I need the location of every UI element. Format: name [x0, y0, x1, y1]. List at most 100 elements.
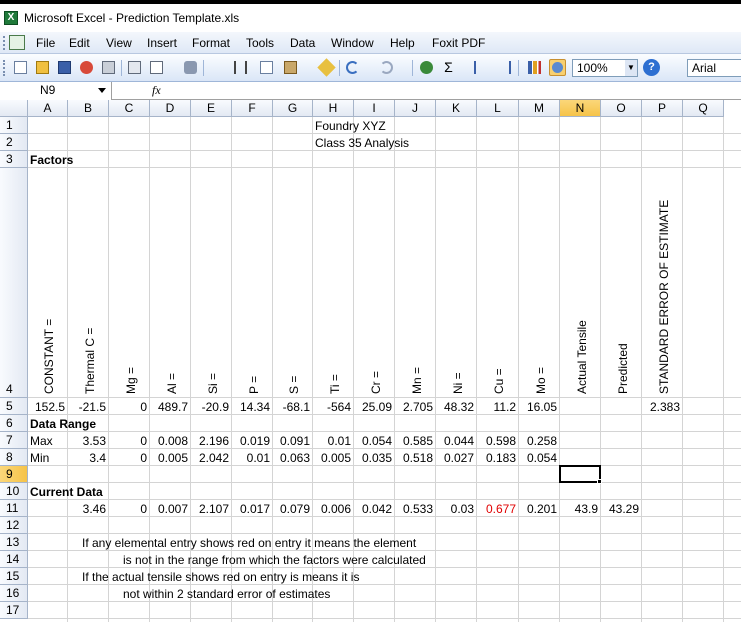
- row-header-12[interactable]: 12: [0, 517, 28, 534]
- cell-a7-max[interactable]: Max: [30, 433, 53, 449]
- cell-row7-max[interactable]: 0.598: [479, 433, 516, 449]
- column-label-cell[interactable]: Predicted: [616, 343, 630, 394]
- cell-row7-max[interactable]: 0.258: [521, 433, 557, 449]
- cell-row11-current[interactable]: 43.29: [603, 501, 639, 517]
- column-label-cell[interactable]: Actual Tensile: [575, 320, 589, 394]
- cell-row5-coefficient[interactable]: 16.05: [521, 399, 557, 415]
- column-header-c[interactable]: C: [109, 100, 150, 117]
- excel-icon[interactable]: X: [4, 11, 18, 25]
- new-icon[interactable]: [12, 59, 29, 76]
- row-header-6[interactable]: 6: [0, 415, 28, 432]
- column-header-e[interactable]: E: [191, 100, 232, 117]
- menu-help[interactable]: Help: [390, 36, 415, 50]
- permission-icon[interactable]: [78, 59, 95, 76]
- column-header-l[interactable]: L: [477, 100, 519, 117]
- cell-row11-current[interactable]: 3.46: [70, 501, 106, 517]
- chart-wizard-icon[interactable]: [526, 59, 543, 76]
- column-label-cell[interactable]: Cu =: [492, 368, 506, 394]
- column-header-i[interactable]: I: [354, 100, 395, 117]
- format-painter-icon[interactable]: [317, 58, 336, 77]
- menu-view[interactable]: View: [106, 36, 132, 50]
- cell-row11-current[interactable]: 43.9: [562, 501, 598, 517]
- cell-row7-max[interactable]: 0.01: [315, 433, 351, 449]
- toolbar-grip-icon[interactable]: [3, 60, 7, 76]
- column-header-k[interactable]: K: [436, 100, 477, 117]
- cell-row8-min[interactable]: 0: [111, 450, 147, 466]
- column-header-m[interactable]: M: [519, 100, 560, 117]
- font-dropdown[interactable]: Arial: [687, 59, 741, 77]
- cell-row11-current[interactable]: 0.017: [234, 501, 270, 517]
- menu-insert[interactable]: Insert: [147, 36, 177, 50]
- column-label-cell[interactable]: P =: [247, 376, 261, 394]
- cell-row8-min[interactable]: 0.054: [521, 450, 557, 466]
- cell-row7-max[interactable]: 0.044: [438, 433, 474, 449]
- menu-window[interactable]: Window: [331, 36, 374, 50]
- cell-h1-title[interactable]: Foundry XYZ: [315, 118, 386, 134]
- row-header-17[interactable]: 17: [0, 602, 28, 619]
- research-icon[interactable]: [182, 59, 199, 76]
- row-header-2[interactable]: 2: [0, 134, 28, 151]
- column-label-cell[interactable]: Mg =: [124, 367, 138, 394]
- cell-row8-min[interactable]: 0.005: [152, 450, 188, 466]
- cell-row8-min[interactable]: 0.01: [234, 450, 270, 466]
- row-header-10[interactable]: 10: [0, 483, 28, 500]
- row-header-1[interactable]: 1: [0, 117, 28, 134]
- column-header-d[interactable]: D: [150, 100, 191, 117]
- cell-row5-coefficient[interactable]: 25.09: [356, 399, 392, 415]
- column-header-a[interactable]: A: [28, 100, 68, 117]
- chevron-down-icon[interactable]: [98, 88, 106, 93]
- row-header-3[interactable]: 3: [0, 151, 28, 168]
- select-all-corner[interactable]: [0, 100, 28, 117]
- print-preview-icon[interactable]: [126, 59, 143, 76]
- column-label-cell[interactable]: Ti =: [328, 374, 342, 394]
- cell-row8-min[interactable]: 2.042: [193, 450, 229, 466]
- cell-row5-coefficient[interactable]: 2.383: [644, 399, 680, 415]
- spelling-icon[interactable]: [148, 59, 165, 76]
- menu-tools[interactable]: Tools: [246, 36, 274, 50]
- cell-row11-current[interactable]: 0.042: [356, 501, 392, 517]
- cell-a8-min[interactable]: Min: [30, 450, 49, 466]
- autosum-icon[interactable]: Σ: [440, 59, 457, 76]
- zoom-dropdown[interactable]: 100% ▼: [572, 59, 638, 77]
- cell-note-text[interactable]: not within 2 standard error of estimates: [123, 586, 330, 602]
- cell-note-text[interactable]: is not in the range from which the facto…: [123, 552, 426, 568]
- column-header-p[interactable]: P: [642, 100, 683, 117]
- menu-foxit-pdf[interactable]: Foxit PDF: [432, 36, 485, 50]
- row-header-13[interactable]: 13: [0, 534, 28, 551]
- cell-row7-max[interactable]: 0.008: [152, 433, 188, 449]
- column-label-cell[interactable]: STANDARD ERROR OF ESTIMATE: [657, 200, 671, 394]
- name-box[interactable]: N9: [0, 82, 112, 100]
- cell-row8-min[interactable]: 0.183: [479, 450, 516, 466]
- column-header-n[interactable]: N: [560, 100, 601, 117]
- row-header-14[interactable]: 14: [0, 551, 28, 568]
- cell-row11-current[interactable]: 0.533: [397, 501, 433, 517]
- column-header-b[interactable]: B: [68, 100, 109, 117]
- cell-row11-current[interactable]: 0.007: [152, 501, 188, 517]
- column-label-cell[interactable]: S =: [287, 376, 301, 394]
- cell-row8-min[interactable]: 0.063: [275, 450, 310, 466]
- column-label-cell[interactable]: Mo =: [534, 367, 548, 394]
- cell-row5-coefficient[interactable]: 0: [111, 399, 147, 415]
- cell-row5-coefficient[interactable]: -21.5: [70, 399, 106, 415]
- column-label-cell[interactable]: Mn =: [410, 367, 424, 394]
- chevron-down-icon[interactable]: ▼: [625, 60, 637, 76]
- cell-row7-max[interactable]: 0.091: [275, 433, 310, 449]
- cell-row11-current[interactable]: 0.079: [275, 501, 310, 517]
- help-icon[interactable]: ?: [643, 59, 660, 76]
- menu-grip-icon[interactable]: [3, 36, 7, 50]
- cut-icon[interactable]: [232, 59, 249, 76]
- drawing-icon[interactable]: [549, 59, 566, 76]
- cell-row7-max[interactable]: 0.585: [397, 433, 433, 449]
- column-header-o[interactable]: O: [601, 100, 642, 117]
- row-header-15[interactable]: 15: [0, 568, 28, 585]
- row-header-8[interactable]: 8: [0, 449, 28, 466]
- cell-row7-max[interactable]: 0.054: [356, 433, 392, 449]
- column-header-j[interactable]: J: [395, 100, 436, 117]
- column-label-cell[interactable]: Al =: [165, 373, 179, 394]
- cell-row11-current[interactable]: 0: [111, 501, 147, 517]
- row-header-7[interactable]: 7: [0, 432, 28, 449]
- cell-row7-max[interactable]: 3.53: [70, 433, 106, 449]
- undo-icon[interactable]: [344, 59, 361, 76]
- paste-icon[interactable]: [282, 59, 299, 76]
- selected-cell-n9[interactable]: [559, 465, 601, 483]
